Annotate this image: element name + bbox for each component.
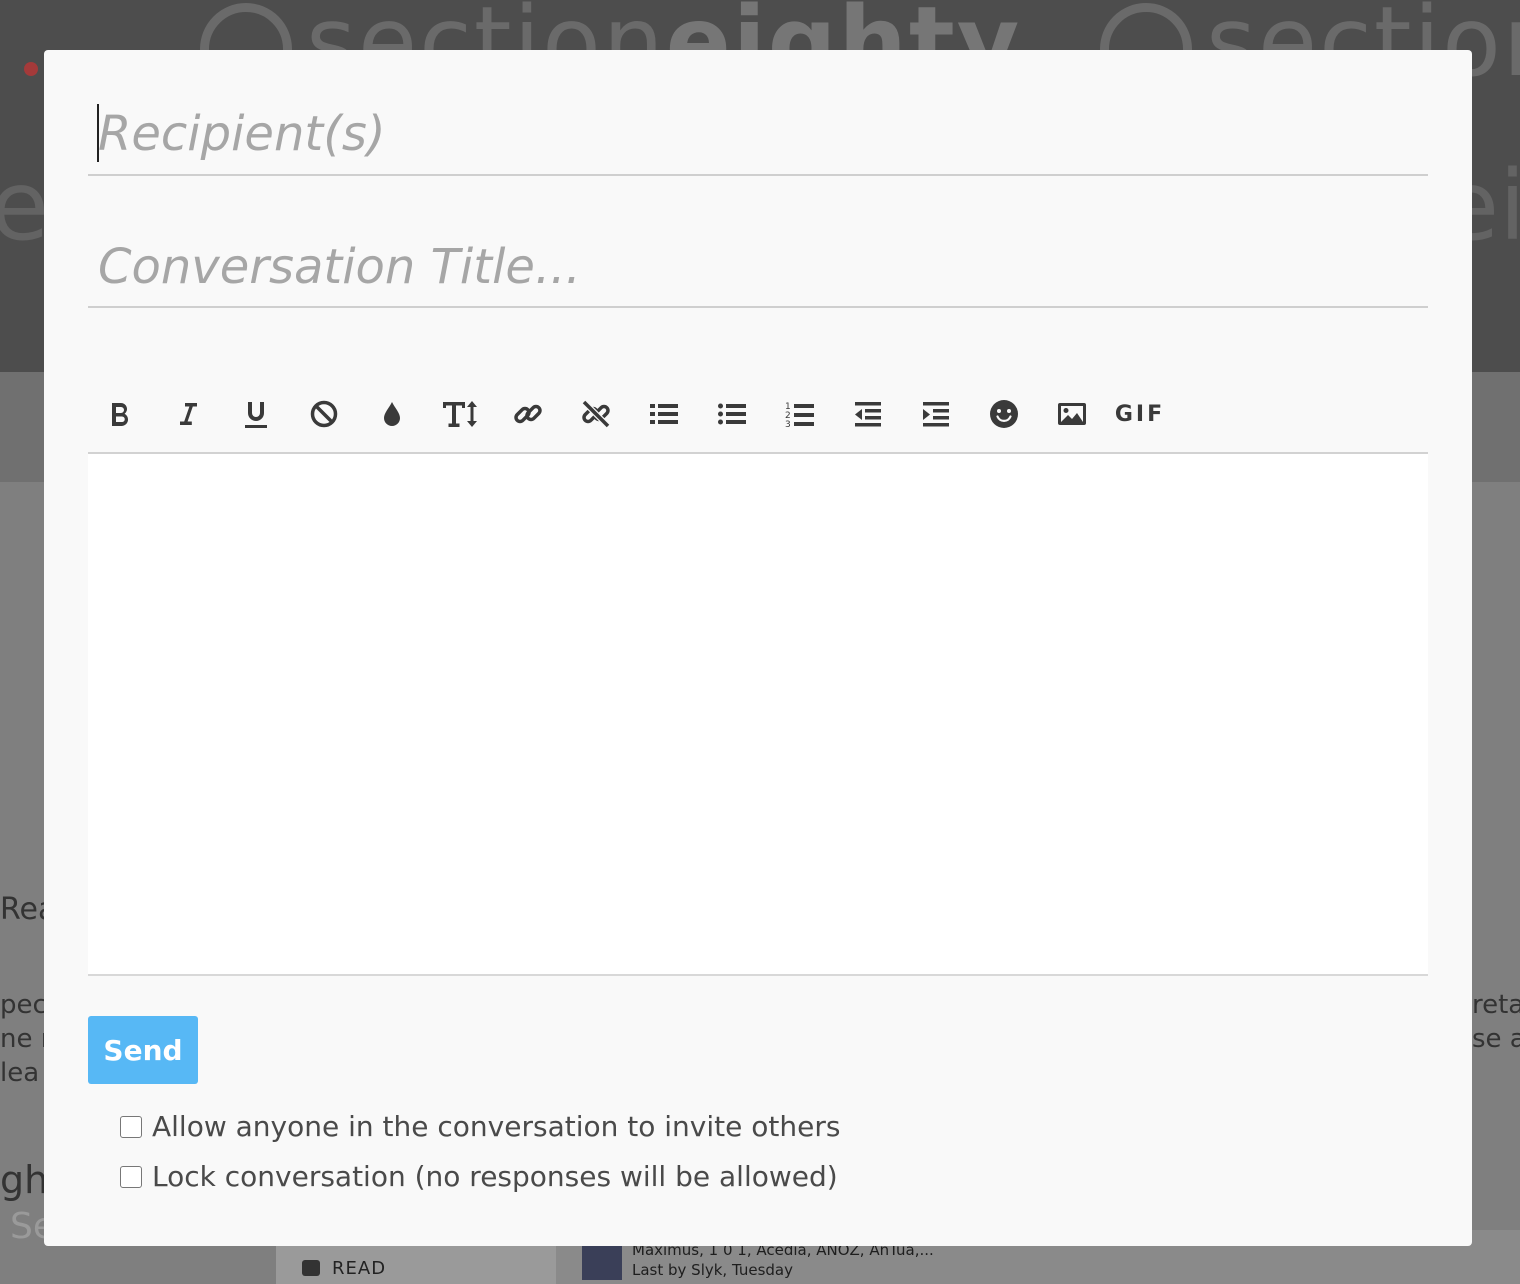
link-icon xyxy=(514,404,542,424)
background-text-fragment: se a xyxy=(1472,1024,1520,1054)
background-dot-icon xyxy=(24,62,38,76)
insert-gif-button[interactable]: GIF xyxy=(1112,394,1168,434)
editor-toolbar: 123 GIF xyxy=(88,380,1428,454)
insert-link-button[interactable] xyxy=(500,394,556,434)
indent-icon xyxy=(923,402,949,427)
conversation-title-placeholder: Conversation Title... xyxy=(98,239,581,295)
text-color-button[interactable] xyxy=(364,394,420,434)
outdent-button[interactable] xyxy=(840,394,896,434)
envelope-open-icon xyxy=(302,1260,320,1276)
conversation-summary: Maximus, 1 0 1, Acedia, ANOZ, AnTua,... … xyxy=(632,1240,934,1280)
conversation-title-input[interactable]: Conversation Title... xyxy=(88,232,1428,308)
unordered-list-button[interactable] xyxy=(704,394,760,434)
italic-icon xyxy=(180,403,197,425)
droplet-icon xyxy=(384,402,400,426)
ban-icon xyxy=(310,400,338,428)
list-ul-icon xyxy=(718,403,746,425)
list-icon xyxy=(650,404,678,424)
allow-invite-checkbox[interactable] xyxy=(120,1115,142,1138)
emoji-button[interactable] xyxy=(976,394,1032,434)
gif-label: GIF xyxy=(1114,401,1166,427)
font-size-button[interactable] xyxy=(432,394,488,434)
conversation-last-activity: Last by Slyk, Tuesday xyxy=(632,1261,793,1279)
remove-link-button[interactable] xyxy=(568,394,624,434)
recipients-placeholder: Recipient(s) xyxy=(98,106,386,162)
recipients-input[interactable]: Recipient(s) xyxy=(88,98,1428,176)
message-editor[interactable] xyxy=(88,454,1428,976)
underline-icon xyxy=(245,402,267,428)
sidebar-item-read: READ xyxy=(302,1258,386,1279)
lock-conversation-option[interactable]: Lock conversation (no responses will be … xyxy=(120,1160,838,1193)
allow-invite-label: Allow anyone in the conversation to invi… xyxy=(152,1110,841,1143)
background-text-fragment: pec xyxy=(0,990,47,1020)
text-caret xyxy=(97,104,99,162)
lock-conversation-checkbox[interactable] xyxy=(120,1165,142,1188)
background-text-fragment: lea xyxy=(0,1058,40,1088)
smile-icon xyxy=(990,400,1018,428)
bold-button[interactable] xyxy=(92,394,148,434)
lock-conversation-label: Lock conversation (no responses will be … xyxy=(152,1160,838,1193)
outdent-icon xyxy=(855,402,881,427)
italic-button[interactable] xyxy=(160,394,216,434)
bullet-list-button[interactable] xyxy=(636,394,692,434)
text-height-icon xyxy=(443,401,477,427)
ordered-list-button[interactable]: 123 xyxy=(772,394,828,434)
send-button[interactable]: Send xyxy=(88,1016,198,1084)
background-text-fragment: reta xyxy=(1472,990,1520,1020)
unlink-icon xyxy=(581,399,611,429)
list-ol-icon: 123 xyxy=(785,402,814,429)
image-icon xyxy=(1058,403,1086,425)
insert-image-button[interactable] xyxy=(1044,394,1100,434)
svg-text:3: 3 xyxy=(785,420,791,429)
sidebar-item-label: READ xyxy=(332,1258,387,1279)
indent-button[interactable] xyxy=(908,394,964,434)
underline-button[interactable] xyxy=(228,394,284,434)
allow-invite-option[interactable]: Allow anyone in the conversation to invi… xyxy=(120,1110,840,1143)
new-conversation-modal: Recipient(s) Conversation Title... 1 2 3… xyxy=(44,50,1472,1246)
bold-icon xyxy=(112,403,129,426)
remove-format-button[interactable] xyxy=(296,394,352,434)
conversation-thumbnail xyxy=(582,1242,622,1280)
